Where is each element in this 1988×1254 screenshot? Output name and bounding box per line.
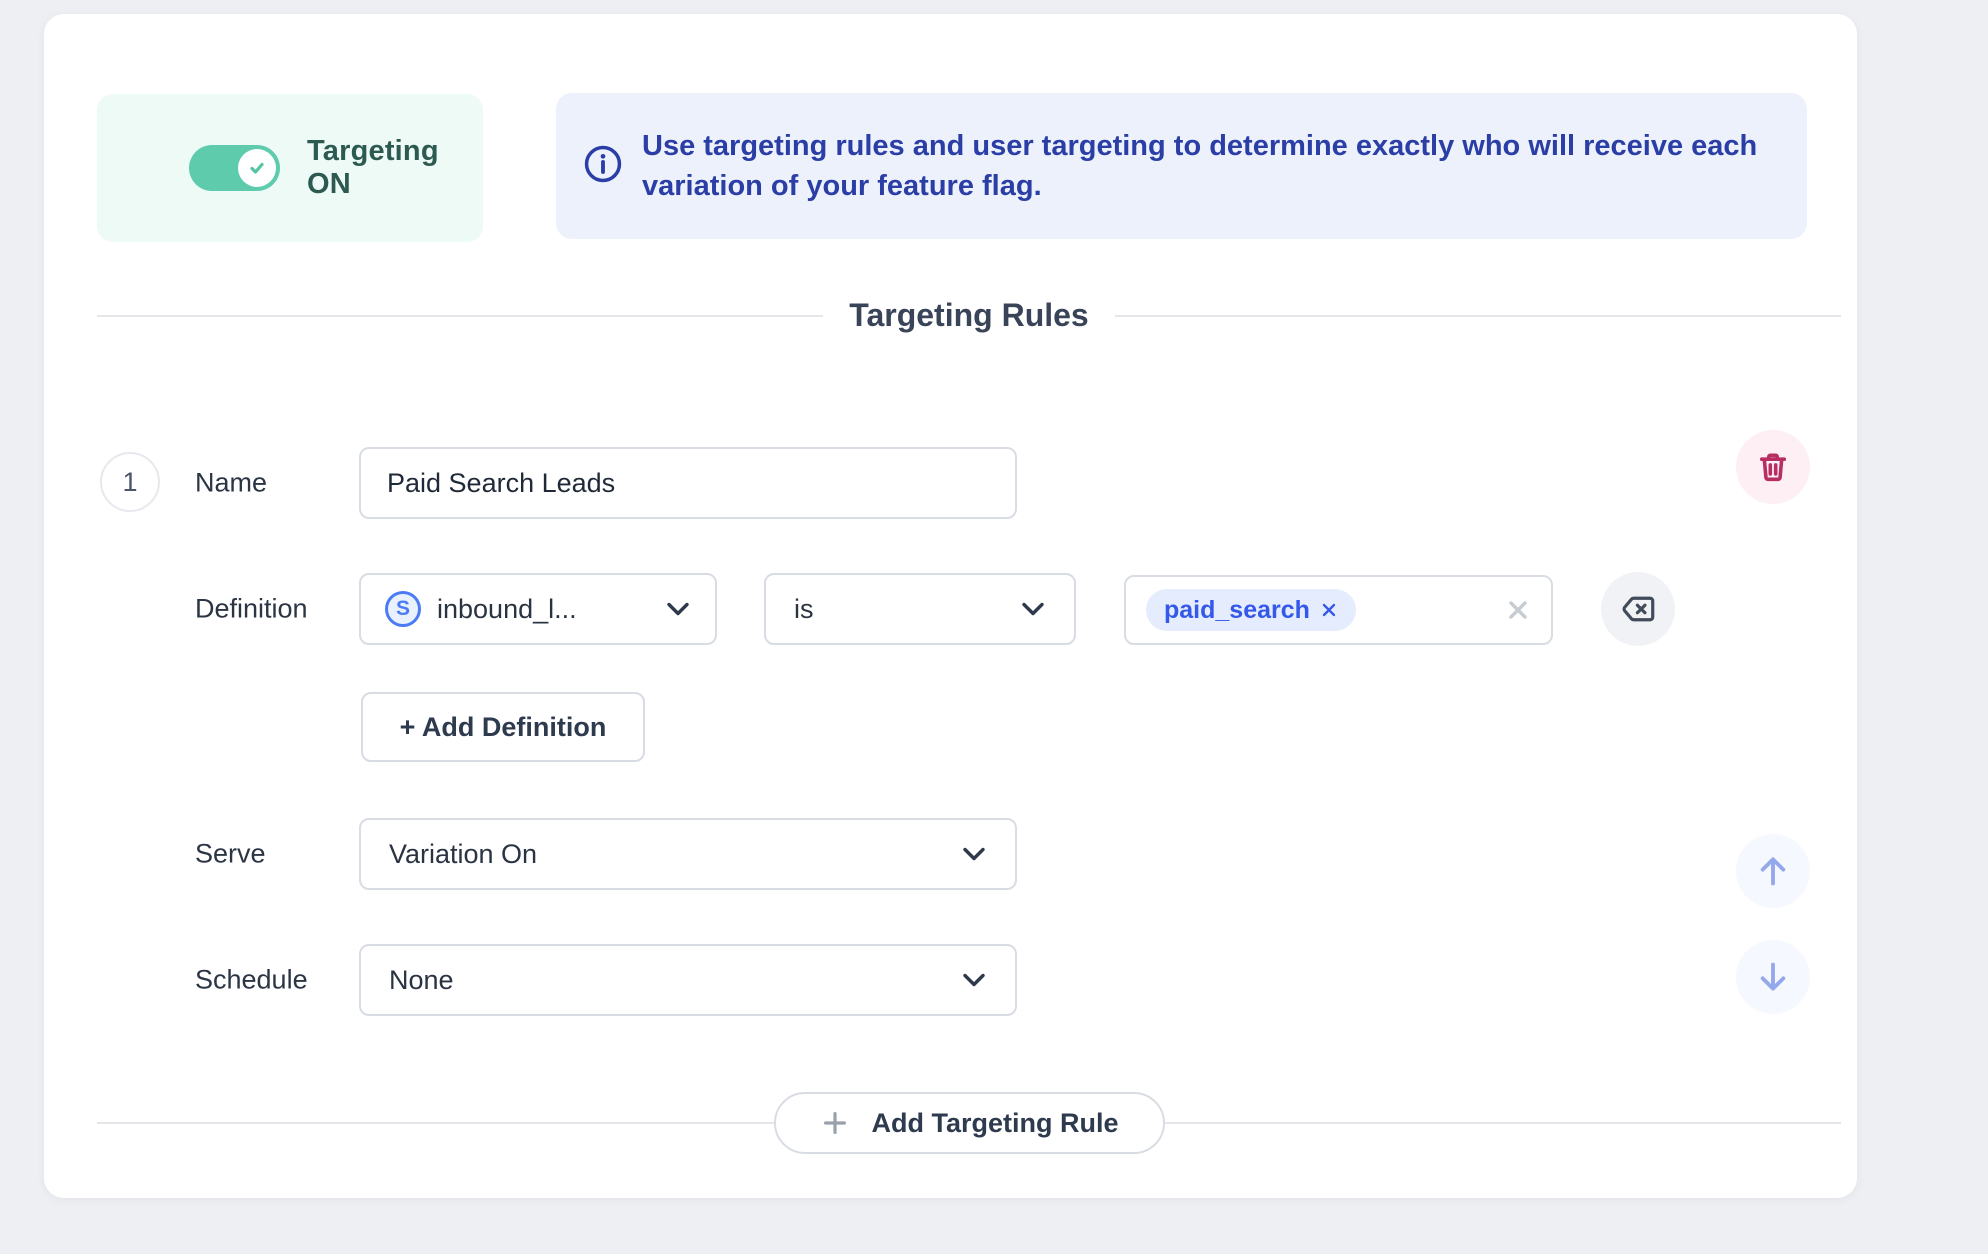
trash-icon bbox=[1755, 449, 1791, 485]
schedule-select[interactable]: None bbox=[359, 944, 1017, 1016]
chevron-down-icon bbox=[961, 846, 987, 862]
value-chip-label: paid_search bbox=[1164, 596, 1310, 625]
section-title: Targeting Rules bbox=[823, 297, 1114, 334]
definition-property-value: inbound_l... bbox=[437, 594, 577, 625]
rule-index: 1 bbox=[122, 467, 137, 498]
add-rule-row: Add Targeting Rule bbox=[97, 1092, 1841, 1154]
rule-name-input[interactable] bbox=[359, 447, 1017, 519]
add-definition-button[interactable]: + Add Definition bbox=[361, 692, 645, 762]
arrow-down-icon bbox=[1753, 957, 1793, 997]
targeting-card: Targeting ON Use targeting rules and use… bbox=[44, 14, 1857, 1198]
remove-chip-icon[interactable] bbox=[1320, 601, 1338, 619]
toggle-knob bbox=[238, 149, 276, 187]
add-targeting-rule-label: Add Targeting Rule bbox=[872, 1108, 1119, 1139]
schedule-value: None bbox=[389, 965, 454, 996]
check-icon bbox=[246, 157, 268, 179]
definition-property-select[interactable]: S inbound_l... bbox=[359, 573, 717, 645]
add-targeting-rule-button[interactable]: Add Targeting Rule bbox=[774, 1092, 1165, 1154]
chevron-down-icon bbox=[1020, 601, 1046, 617]
targeting-status-panel: Targeting ON bbox=[97, 94, 483, 242]
definition-comparator-value: is bbox=[794, 594, 814, 625]
divider-right bbox=[1115, 315, 1841, 317]
delete-rule-button[interactable] bbox=[1736, 430, 1810, 504]
targeting-status-label: Targeting ON bbox=[307, 135, 483, 201]
rule-index-badge: 1 bbox=[100, 452, 160, 512]
arrow-up-icon bbox=[1753, 851, 1793, 891]
name-label: Name bbox=[195, 468, 267, 499]
value-chip: paid_search bbox=[1146, 589, 1356, 631]
backspace-icon bbox=[1619, 590, 1657, 628]
divider-left bbox=[97, 315, 823, 317]
chevron-down-icon bbox=[961, 972, 987, 988]
section-heading: Targeting Rules bbox=[97, 297, 1841, 334]
remove-definition-button[interactable] bbox=[1601, 572, 1675, 646]
definition-label: Definition bbox=[195, 594, 308, 625]
targeting-toggle[interactable] bbox=[189, 145, 280, 191]
move-rule-down-button[interactable] bbox=[1736, 940, 1810, 1014]
plus-icon bbox=[820, 1108, 850, 1138]
chevron-down-icon bbox=[665, 601, 691, 617]
clear-values-icon[interactable] bbox=[1505, 597, 1531, 623]
definition-values-input[interactable]: paid_search bbox=[1124, 575, 1553, 645]
serve-label: Serve bbox=[195, 839, 266, 870]
info-banner-text: Use targeting rules and user targeting t… bbox=[642, 126, 1757, 206]
serve-value: Variation On bbox=[389, 839, 537, 870]
info-banner: Use targeting rules and user targeting t… bbox=[556, 93, 1807, 239]
schedule-label: Schedule bbox=[195, 965, 308, 996]
move-rule-up-button[interactable] bbox=[1736, 834, 1810, 908]
definition-comparator-select[interactable]: is bbox=[764, 573, 1076, 645]
info-icon bbox=[582, 143, 624, 190]
serve-select[interactable]: Variation On bbox=[359, 818, 1017, 890]
string-type-icon: S bbox=[385, 591, 421, 627]
